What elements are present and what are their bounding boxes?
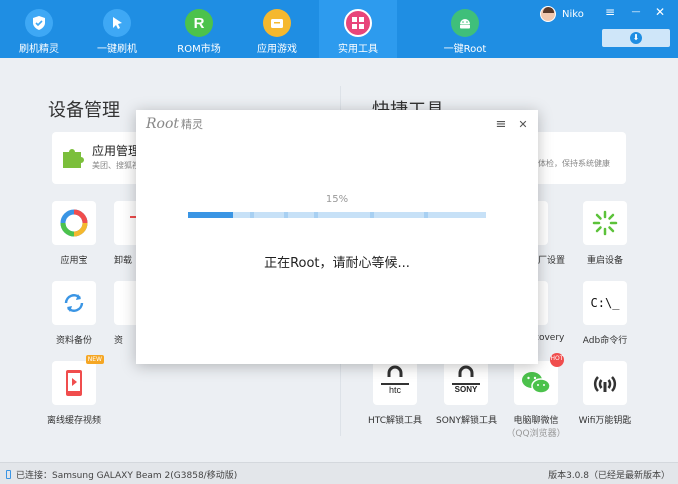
rom-icon: R bbox=[185, 9, 213, 37]
app-card-title: 应用管理 bbox=[92, 144, 141, 158]
htc-lock-icon: htc bbox=[373, 361, 417, 405]
app-card-subtitle: 美团、搜狐视 bbox=[92, 161, 140, 170]
progress-tick bbox=[314, 212, 318, 218]
puzzle-icon bbox=[60, 144, 86, 173]
nav-label: 刷机精灵 bbox=[19, 44, 59, 55]
tool-restart-device[interactable]: 重启设备 bbox=[575, 201, 635, 266]
tool-htc-unlock[interactable]: htc HTC解锁工具 bbox=[365, 361, 425, 426]
shield-icon bbox=[25, 9, 53, 37]
tool-label: 资 bbox=[114, 336, 124, 346]
nav-label: 一键Root bbox=[443, 44, 487, 55]
section-title-quick-tools: 快捷工具 bbox=[372, 96, 444, 110]
toolbox-icon bbox=[344, 9, 372, 37]
app-store-icon bbox=[52, 201, 96, 245]
wechat-icon: HOT bbox=[514, 353, 564, 405]
tool-restore[interactable]: 资 bbox=[114, 281, 136, 346]
checkup-card-subtitle: 体检，保持系统健康 bbox=[538, 159, 610, 168]
avatar bbox=[540, 6, 556, 22]
tool-label: 应用宝 bbox=[60, 256, 88, 266]
phone-icon bbox=[6, 470, 11, 479]
tool-label: HTC解锁工具 bbox=[367, 416, 423, 426]
apps-icon bbox=[263, 9, 291, 37]
menu-button[interactable]: ≡ bbox=[602, 5, 618, 19]
tool-backup[interactable]: 资料备份 bbox=[44, 281, 104, 346]
user-name: Niko bbox=[562, 8, 584, 20]
new-badge: NEW bbox=[85, 355, 104, 364]
tool-label: covery bbox=[534, 333, 565, 343]
minimize-button[interactable]: — bbox=[628, 7, 644, 17]
uninstall-icon bbox=[114, 201, 136, 245]
tool-label: Adb命令行 bbox=[582, 336, 628, 346]
top-bar: 刷机精灵 一键刷机 R ROM市场 应用游戏 实用工具 一键Root Niko … bbox=[0, 0, 678, 58]
progress-tick bbox=[284, 212, 288, 218]
tool-label: 厂设置 bbox=[538, 256, 566, 266]
tool-label: SONY解锁工具 bbox=[436, 416, 498, 426]
user-profile[interactable]: Niko bbox=[540, 6, 584, 22]
tool-app-store[interactable]: 应用宝 bbox=[44, 201, 104, 266]
dialog-title: Root 精灵 bbox=[146, 116, 203, 132]
download-button[interactable]: ⬇ bbox=[602, 29, 670, 47]
nav-rom-market[interactable]: R ROM市场 bbox=[160, 0, 238, 58]
rooting-message: 正在Root，请耐心等候... bbox=[264, 256, 410, 271]
tool-label: 重启设备 bbox=[586, 256, 623, 266]
dialog-title-logo: Root bbox=[146, 116, 180, 132]
tool-offline-video[interactable]: NEW 离线缓存视频 bbox=[44, 355, 104, 426]
nav-label: ROM市场 bbox=[177, 44, 221, 55]
tool-sony-unlock[interactable]: SONY SONY解锁工具 bbox=[436, 361, 498, 426]
hot-badge: HOT bbox=[550, 353, 564, 367]
root-progress-dialog: Root 精灵 ≡ ✕ 15% 正在Root，请耐心等候... bbox=[136, 110, 538, 364]
dialog-title-cn: 精灵 bbox=[181, 118, 204, 131]
terminal-icon: C:\_ bbox=[583, 281, 627, 325]
nav-flash-wizard[interactable]: 刷机精灵 bbox=[0, 0, 78, 58]
tool-adb-terminal[interactable]: C:\_ Adb命令行 bbox=[575, 281, 635, 346]
tool-sublabel: （QQ浏览器） bbox=[506, 429, 566, 439]
nav-label: 应用游戏 bbox=[257, 44, 297, 55]
progress-bar bbox=[188, 212, 486, 218]
dialog-close-button[interactable]: ✕ bbox=[516, 118, 530, 131]
backup-icon bbox=[52, 281, 96, 325]
status-bar: 已连接：Samsung GALAXY Beam 2(G3858/移动版) 版本3… bbox=[0, 462, 678, 484]
progress-tick bbox=[424, 212, 428, 218]
section-title-device-management: 设备管理 bbox=[48, 100, 120, 121]
tool-label: 卸载 bbox=[114, 256, 133, 266]
download-icon: ⬇ bbox=[630, 32, 642, 44]
wifi-key-icon bbox=[583, 361, 627, 405]
tool-uninstall[interactable]: 卸载 bbox=[114, 201, 136, 266]
system-checkup-card[interactable]: 体检，保持系统健康 bbox=[532, 132, 626, 184]
progress-percent: 15% bbox=[325, 194, 349, 205]
progress-tick bbox=[250, 212, 254, 218]
dialog-menu-button[interactable]: ≡ bbox=[494, 117, 508, 132]
nav-label: 一键刷机 bbox=[97, 44, 137, 55]
tool-wifi-key[interactable]: Wifi万能钥匙 bbox=[575, 361, 635, 426]
nav-label: 实用工具 bbox=[338, 44, 378, 55]
version-text: 版本3.0.8（已经是最新版本） bbox=[548, 471, 670, 481]
tool-label: Wifi万能钥匙 bbox=[578, 416, 632, 426]
tool-wechat-pc[interactable]: HOT 电脑聊微信 （QQ浏览器） bbox=[506, 353, 566, 439]
cursor-icon bbox=[103, 9, 131, 37]
restore-icon bbox=[114, 281, 136, 325]
progress-fill bbox=[188, 212, 233, 218]
tool-label: 离线缓存视频 bbox=[46, 416, 101, 426]
nav-apps-games[interactable]: 应用游戏 bbox=[238, 0, 316, 58]
tool-label: 电脑聊微信 bbox=[513, 416, 559, 426]
tool-label: 资料备份 bbox=[55, 336, 92, 346]
close-button[interactable]: ✕ bbox=[652, 5, 668, 19]
android-icon bbox=[451, 9, 479, 37]
video-icon: NEW bbox=[52, 355, 104, 405]
connection-status: 已连接：Samsung GALAXY Beam 2(G3858/移动版) bbox=[6, 468, 237, 481]
connection-text: 已连接：Samsung GALAXY Beam 2(G3858/移动版) bbox=[16, 471, 238, 481]
nav-one-click-flash[interactable]: 一键刷机 bbox=[78, 0, 156, 58]
sony-lock-icon: SONY bbox=[444, 361, 488, 405]
nav-one-click-root[interactable]: 一键Root bbox=[426, 0, 504, 58]
progress-tick bbox=[370, 212, 374, 218]
nav-utilities[interactable]: 实用工具 bbox=[319, 0, 397, 58]
restart-icon bbox=[583, 201, 627, 245]
